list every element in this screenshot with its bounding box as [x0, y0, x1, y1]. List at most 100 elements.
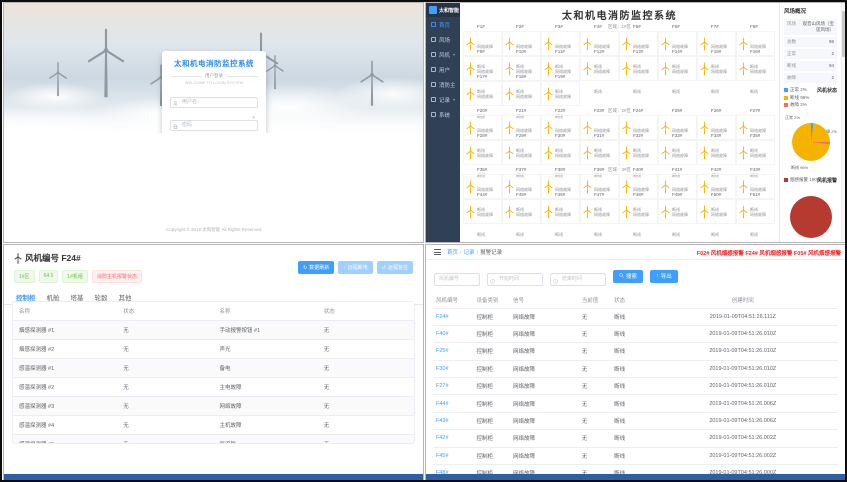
sidebar-menu-item[interactable]: 首页: [426, 17, 460, 32]
menu-icon: [431, 82, 436, 87]
turbine-icon: [622, 61, 631, 77]
fan-number-input[interactable]: [434, 273, 480, 286]
signal-row: 感温探测器 #4 无 主机故障 无: [13, 416, 414, 435]
chevron-down-icon[interactable]: ▾: [252, 115, 255, 121]
turbine-icon: [583, 204, 592, 220]
fan-number-link[interactable]: F43#: [433, 412, 474, 429]
fan-number-link[interactable]: F25#: [433, 343, 474, 360]
fan-card[interactable]: F13# 网络故障 断线: [619, 56, 658, 81]
menu-icon: [431, 97, 436, 102]
status-legend: 风机状态 正常 2% 断线 96%: [784, 87, 837, 108]
zone-label: 区域：2#区: [460, 108, 779, 114]
turbine-icon: [466, 86, 475, 102]
fan-grid-zone2: F20# 网络故障 断线 F21# 网络故障 断线: [460, 115, 779, 165]
fan-number-link[interactable]: F24#: [433, 308, 474, 325]
sidebar-menu-item[interactable]: 记录 ▾: [426, 92, 460, 107]
action-button[interactable]: ↓ 远程断电: [338, 261, 373, 274]
sidebar-menu-item[interactable]: 风场: [426, 32, 460, 47]
menu-icon: [431, 37, 436, 42]
turbine-icon: [700, 145, 709, 161]
signal-row: 烟感探测器 #2 无 声光 无: [13, 340, 414, 359]
fan-card[interactable]: F47# 网络故障 断线: [580, 199, 619, 224]
action-icon: ↻: [303, 265, 307, 271]
turbine-icon: [505, 36, 514, 52]
alarm-pie-title: 风机报警: [817, 177, 837, 184]
sidebar-menu-item[interactable]: 风机 ▾: [426, 47, 460, 62]
export-button[interactable]: ↑ 导出: [650, 270, 678, 283]
fan-card[interactable]: F48# 网络故障 断线: [619, 199, 658, 224]
alarm-row: F40# 控制柜 网络故障 无 断线 2019-01-09T04:51:26.0…: [433, 325, 838, 342]
stat-row: 正常 2: [784, 49, 837, 59]
fan-number-link[interactable]: F42#: [433, 430, 474, 447]
dashboard-title: 太和机电消防监控系统: [460, 7, 779, 22]
fan-number-link[interactable]: F40#: [433, 325, 474, 342]
turbine-icon: [466, 61, 475, 77]
fan-card[interactable]: F12# 网络故障 断线: [580, 56, 619, 81]
legend-swatch: [784, 88, 788, 92]
turbine-icon: [739, 61, 748, 77]
password-field-wrap: ▾: [170, 113, 258, 131]
turbine-icon: [661, 61, 670, 77]
end-time-input[interactable]: [550, 273, 606, 286]
fan-card[interactable]: F46# 网络故障 断线: [541, 199, 580, 224]
status-badge: 1#区: [14, 270, 35, 283]
action-button[interactable]: ↻ 数据刷新: [298, 261, 334, 274]
search-icon: [619, 273, 624, 280]
signal-row: 感温探测器 #1 无 备电 无: [13, 359, 414, 378]
username-input[interactable]: [170, 97, 258, 108]
fan-card[interactable]: F50# 网络故障 断线: [697, 199, 736, 224]
fan-grid-zone1: F1# 网络故障 断线 F2# 网络故障 断线: [460, 31, 779, 106]
fan-card[interactable]: F44# 网络故障 断线: [463, 199, 502, 224]
turbine-icon: [661, 204, 670, 220]
sidebar-menu-item[interactable]: 用户: [426, 62, 460, 77]
turbine-icon: [505, 204, 514, 220]
password-input[interactable]: [170, 120, 258, 131]
action-button[interactable]: ↺ 远程复位: [377, 261, 413, 274]
status-pie-wrap: 正常 2% 故障 2% 断线 96%: [784, 115, 837, 173]
breadcrumb: 首页/记录/报警记录: [447, 248, 502, 256]
scrollbar-thumb[interactable]: [842, 11, 845, 57]
sidebar-menu-item[interactable]: 系统: [426, 107, 460, 122]
fan-number-link[interactable]: F45#: [433, 447, 474, 464]
wind-turbine-graphic: [360, 59, 384, 107]
clock-icon: [553, 271, 558, 276]
fan-number-link[interactable]: F44#: [433, 395, 474, 412]
alarm-row: F25# 控制柜 网络故障 无 断线 2019-01-09T04:51:26.0…: [433, 343, 838, 360]
turbine-icon: [466, 120, 475, 136]
fan-card[interactable]: F49# 网络故障 断线: [658, 199, 697, 224]
sidebar-menu-item[interactable]: 消防主机: [426, 77, 460, 92]
turbine-icon: [544, 179, 553, 195]
sidebar: 太和智能 首页 风场: [426, 3, 460, 242]
fan-card[interactable]: F45# 网络故障 断线: [502, 199, 541, 224]
turbine-icon: [700, 36, 709, 52]
lock-icon: [173, 116, 178, 121]
fan-card[interactable]: F51# 网络故障 断线: [736, 199, 775, 224]
search-button[interactable]: 搜索: [613, 270, 643, 283]
fan-card[interactable]: F14# 网络故障 断线: [658, 56, 697, 81]
alarm-records-page: 首页/记录/报警记录 F02# 风机烟感报警 F24# 风机烟感报警 F05# …: [426, 245, 845, 480]
fan-number-link[interactable]: F27#: [433, 378, 474, 395]
turbine-icon: [466, 179, 475, 195]
legend-swatch: [784, 178, 788, 182]
overview-panel: 风场概况 风场 观音山风场（宝莲风场） 总数 98 正常 2: [779, 3, 841, 242]
fan-card[interactable]: F15# 网络故障 断线: [697, 56, 736, 81]
alarm-pie-chart: [790, 196, 832, 238]
signal-row: 感温探测器 #2 无 主电故障 无: [13, 378, 414, 397]
signal-row: 烟感探测器 #1 无 手动报警按钮 #1 无: [13, 321, 414, 340]
login-page: 太和机电消防监控系统 用户登录 WELCOME TO LOGIN SYSTEM: [4, 3, 423, 242]
fan-number-link[interactable]: F30#: [433, 360, 474, 377]
fan-grid-zone3: F36# 网络故障 断线 F37# 网络故障 断线: [460, 174, 779, 224]
alarm-marquee: F02# 风机烟感报警 F24# 风机烟感报警 F05# 风机烟感报警: [697, 249, 841, 257]
hamburger-icon[interactable]: [434, 249, 441, 255]
signal-table: 名称 状态 名称 状态 烟感探测器 #1 无 手动报警按钮 #1 无: [13, 302, 414, 444]
turbine-icon: [739, 204, 748, 220]
turbine-icon: [544, 145, 553, 161]
turbine-icon: [505, 120, 514, 136]
start-time-input[interactable]: [487, 273, 543, 286]
legend-item: 断线 96%: [784, 95, 837, 101]
fan-card[interactable]: F16# 网络故障 断线: [736, 56, 775, 81]
fan-actions: ↻ 数据刷新 ↓ 远程断电 ↺ 远程复位: [298, 261, 413, 274]
stat-row: 风场 观音山风场（宝莲风场）: [784, 19, 837, 35]
scrollbar[interactable]: [841, 3, 845, 242]
clock-icon: [490, 271, 495, 276]
